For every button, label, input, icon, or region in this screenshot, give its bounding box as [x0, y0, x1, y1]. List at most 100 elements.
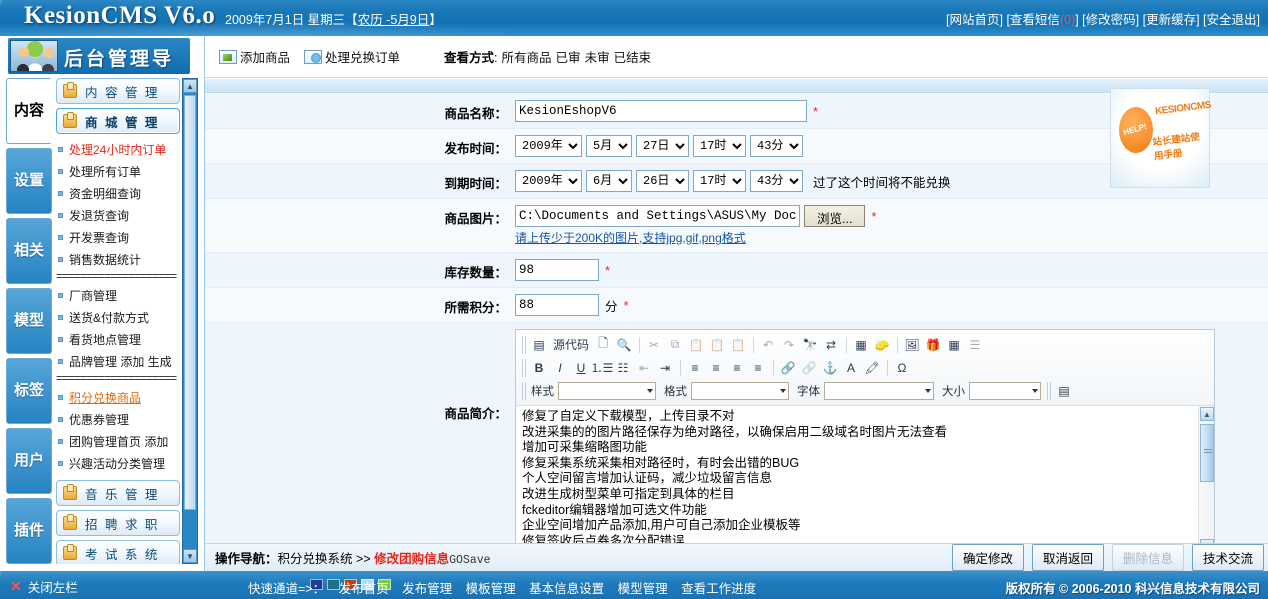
publish-hour-select[interactable]: 17时 [693, 135, 746, 157]
view-option-unapproved[interactable]: 未审 [585, 51, 610, 65]
special-char-icon[interactable]: Ω [892, 358, 912, 378]
product-name-input[interactable] [515, 100, 807, 122]
paste-text-icon[interactable]: 📋 [707, 335, 727, 355]
vtab-related[interactable]: 相关 [6, 218, 52, 284]
underline-icon[interactable]: U [571, 358, 591, 378]
sidebar-scrollbar[interactable]: ▲ ▼ [182, 78, 198, 564]
scrollbar-thumb[interactable] [184, 95, 196, 510]
source-code-icon[interactable]: ▤ [529, 335, 549, 355]
size-select[interactable] [969, 381, 1041, 400]
table-icon[interactable]: ▦ [944, 335, 964, 355]
tech-exchange-button[interactable]: 技术交流 [1191, 544, 1264, 571]
find-icon[interactable]: 🔭 [800, 335, 820, 355]
link-site-home[interactable]: [网站首页] [946, 13, 1003, 27]
paste-word-icon[interactable]: 📋 [728, 335, 748, 355]
link-update-cache[interactable]: [更新缓存] [1143, 13, 1200, 27]
link-change-password[interactable]: [修改密码] [1082, 13, 1139, 27]
anchor-icon[interactable]: ⚓ [820, 358, 840, 378]
menu-item-interest-category[interactable]: 兴趣活动分类管理 [56, 452, 182, 474]
vtab-content[interactable]: 内容 [6, 78, 52, 144]
menu-item-orders-24h[interactable]: 处理24小时内订单 [56, 138, 182, 160]
align-right-icon[interactable]: ≡ [727, 358, 747, 378]
menu-item-invoice-query[interactable]: 开发票查询 [56, 226, 182, 248]
background-color-icon[interactable]: 🖍 [862, 358, 882, 378]
points-input[interactable] [515, 294, 599, 316]
scroll-up-icon[interactable]: ▲ [183, 79, 197, 93]
font-select[interactable] [824, 381, 934, 400]
menu-item-return-query[interactable]: 发退货查询 [56, 204, 182, 226]
remove-format-icon[interactable]: 🧽 [872, 335, 892, 355]
publish-day-select[interactable]: 27日 [636, 135, 689, 157]
expire-hour-select[interactable]: 17时 [693, 170, 746, 192]
link-icon[interactable]: 🔗 [778, 358, 798, 378]
cut-icon[interactable]: ✂ [644, 335, 664, 355]
vtab-tag[interactable]: 标签 [6, 358, 52, 424]
horizontal-rule-icon[interactable]: ☰ [965, 335, 985, 355]
expire-year-select[interactable]: 2009年 [515, 170, 582, 192]
add-product-button[interactable]: 添加商品 [219, 47, 290, 66]
vtab-settings[interactable]: 设置 [6, 148, 52, 214]
menu-item-vendor-manage[interactable]: 厂商管理 [56, 284, 182, 306]
product-image-path-input[interactable] [515, 205, 800, 227]
stock-input[interactable] [515, 259, 599, 281]
editor-body[interactable]: 修复了自定义下载模型，上传目录不对 改进采集的的图片路径保存为绝对路径，以确保启… [516, 406, 1214, 554]
view-option-finished[interactable]: 已结束 [614, 51, 652, 65]
unordered-list-icon[interactable]: ☷ [613, 358, 633, 378]
editor-content[interactable]: 修复了自定义下载模型，上传目录不对 改进采集的的图片路径保存为绝对路径，以确保启… [516, 406, 1214, 554]
replace-icon[interactable]: ⇄ [821, 335, 841, 355]
close-left-panel-button[interactable]: ✕ 关闭左栏 [10, 577, 78, 596]
undo-icon[interactable]: ↶ [758, 335, 778, 355]
vtab-model[interactable]: 模型 [6, 288, 52, 354]
align-center-icon[interactable]: ≡ [706, 358, 726, 378]
expire-day-select[interactable]: 26日 [636, 170, 689, 192]
menu-item-funds-query[interactable]: 资金明细查询 [56, 182, 182, 204]
quick-link-publish-manage[interactable]: 发布管理 [402, 582, 452, 596]
vtab-user[interactable]: 用户 [6, 428, 52, 494]
vtab-plugin[interactable]: 插件 [6, 498, 52, 564]
ordered-list-icon[interactable]: ⒈☰ [591, 358, 614, 378]
toolbar-grip[interactable] [522, 335, 526, 354]
preview-icon[interactable]: 🔍 [614, 335, 634, 355]
menu-item-all-orders[interactable]: 处理所有订单 [56, 160, 182, 182]
menu-item-showroom-manage[interactable]: 看货地点管理 [56, 328, 182, 350]
align-justify-icon[interactable]: ≡ [748, 358, 768, 378]
help-banner[interactable]: HELP! KESIONCMS 站长建站使用手册 [1110, 88, 1212, 188]
menu-item-coupon-manage[interactable]: 优惠券管理 [56, 408, 182, 430]
quick-link-work-progress[interactable]: 查看工作进度 [681, 582, 756, 596]
publish-year-select[interactable]: 2009年 [515, 135, 582, 157]
toolbar-grip[interactable] [522, 381, 526, 400]
quick-link-basic-settings[interactable]: 基本信息设置 [529, 582, 604, 596]
view-option-approved[interactable]: 已审 [556, 51, 581, 65]
toolbar-grip[interactable] [522, 358, 526, 377]
text-color-icon[interactable]: A [841, 358, 861, 378]
confirm-modify-button[interactable]: 确定修改 [951, 544, 1024, 571]
align-left-icon[interactable]: ≡ [685, 358, 705, 378]
link-safe-logout[interactable]: [安全退出] [1203, 13, 1260, 27]
menu-item-delivery-payment[interactable]: 送货&付款方式 [56, 306, 182, 328]
publish-month-select[interactable]: 5月 [586, 135, 632, 157]
select-all-icon[interactable]: ▦ [851, 335, 871, 355]
menu-group-music[interactable]: 音 乐 管 理 [56, 480, 180, 506]
italic-icon[interactable]: I [550, 358, 570, 378]
format-select[interactable] [691, 381, 789, 400]
menu-group-jobs[interactable]: 招 聘 求 职 [56, 510, 180, 536]
browse-button[interactable]: 浏览... [804, 205, 866, 227]
quick-link-model-manage[interactable]: 模型管理 [618, 582, 668, 596]
show-blocks-icon[interactable]: ▤ [1054, 381, 1074, 401]
paste-icon[interactable]: 📋 [686, 335, 706, 355]
expire-minute-select[interactable]: 43分 [750, 170, 803, 192]
bold-icon[interactable]: B [529, 358, 549, 378]
scrollbar-thumb[interactable] [1200, 424, 1214, 482]
menu-group-shop[interactable]: 商 城 管 理 [56, 108, 180, 134]
menu-item-groupbuy-manage[interactable]: 团购管理首页 添加 [56, 430, 182, 452]
link-view-messages[interactable]: [查看短信(0)] [1006, 13, 1078, 27]
toolbar-grip[interactable] [1047, 381, 1051, 400]
menu-item-brand-manage[interactable]: 品牌管理 添加 生成 [56, 350, 182, 372]
cancel-return-button[interactable]: 取消返回 [1031, 544, 1104, 571]
new-page-icon[interactable]: 🗋 [593, 335, 613, 355]
image-icon[interactable]: 🖼 [902, 335, 922, 355]
publish-minute-select[interactable]: 43分 [750, 135, 803, 157]
source-code-label[interactable]: 源代码 [550, 335, 592, 355]
breadcrumb-system[interactable]: 积分兑换系统 [278, 552, 353, 566]
expire-month-select[interactable]: 6月 [586, 170, 632, 192]
